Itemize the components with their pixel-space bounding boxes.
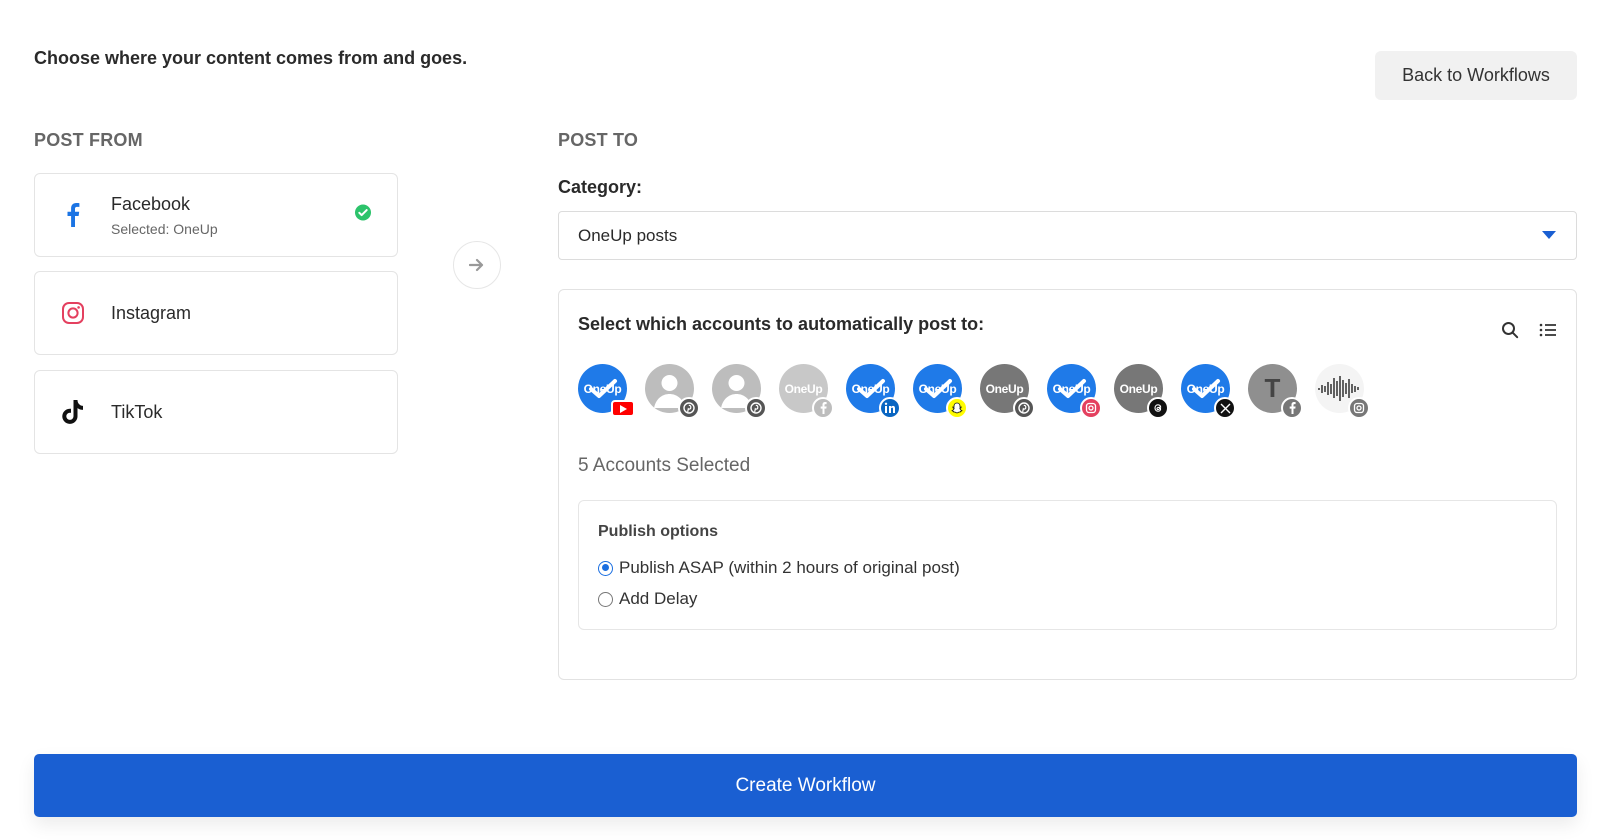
source-name: Instagram <box>111 302 192 323</box>
tiktok-icon <box>61 400 85 424</box>
instagram-icon <box>1080 397 1102 419</box>
page-intro: Choose where your content comes from and… <box>34 48 468 68</box>
threads-icon <box>1147 397 1169 419</box>
account-avatar-instagram[interactable]: OneUp <box>1047 364 1102 419</box>
publish-asap-option[interactable]: Publish ASAP (within 2 hours of original… <box>598 558 960 578</box>
account-avatar-pinterest[interactable] <box>645 364 700 419</box>
account-avatar-facebook[interactable]: OneUp <box>779 364 834 419</box>
post-from-heading: POST FROM <box>34 130 143 150</box>
accounts-title: Select which accounts to automatically p… <box>578 314 985 334</box>
account-avatar-pinterest[interactable] <box>712 364 767 419</box>
account-avatar-snapchat[interactable]: OneUp <box>913 364 968 419</box>
facebook-icon <box>1281 397 1303 419</box>
instagram-icon <box>61 301 85 325</box>
account-avatar-youtube[interactable]: OneUp <box>578 364 635 417</box>
accounts-list: OneUp OneUp OneUp OneUp OneUp OneUp OneU… <box>578 364 1382 419</box>
selected-accounts-count: 5 Accounts Selected <box>578 455 751 476</box>
account-avatar-linkedin[interactable]: OneUp <box>846 364 901 419</box>
post-to-heading: POST TO <box>558 130 639 150</box>
radio-button-checked[interactable] <box>598 560 613 576</box>
pinterest-icon <box>1013 397 1035 419</box>
account-avatar-threads[interactable]: OneUp <box>1114 364 1169 419</box>
source-card-facebook[interactable]: Facebook Selected: OneUp <box>34 173 398 257</box>
category-select[interactable]: OneUp posts <box>558 211 1577 260</box>
pinterest-icon <box>745 397 767 419</box>
category-label: Category: <box>558 177 643 197</box>
account-avatar-pinterest[interactable]: OneUp <box>980 364 1035 419</box>
back-to-workflows-button[interactable]: Back to Workflows <box>1375 51 1577 100</box>
account-avatar-instagram[interactable] <box>1315 364 1370 419</box>
option-label: Publish ASAP (within 2 hours of original… <box>619 558 960 577</box>
account-label: OneUp <box>1119 381 1158 396</box>
instagram-icon <box>1348 397 1370 419</box>
create-workflow-button[interactable]: Create Workflow <box>34 754 1577 817</box>
source-card-tiktok[interactable]: TikTok <box>34 370 398 454</box>
account-label: OneUp <box>784 381 823 396</box>
account-label: T <box>1264 373 1281 403</box>
search-icon[interactable] <box>1500 320 1520 340</box>
radio-button[interactable] <box>598 591 613 607</box>
arrow-right-icon <box>453 241 501 289</box>
list-view-icon[interactable] <box>1538 320 1558 340</box>
account-label: OneUp <box>985 381 1024 396</box>
check-circle-icon <box>355 204 371 226</box>
account-avatar-facebook[interactable]: T <box>1248 364 1303 419</box>
youtube-icon <box>611 400 635 417</box>
option-label: Add Delay <box>619 589 698 608</box>
facebook-icon <box>61 203 85 227</box>
source-name: Facebook <box>111 193 191 214</box>
source-name: TikTok <box>111 401 163 422</box>
publish-options-title: Publish options <box>598 523 718 540</box>
add-delay-option[interactable]: Add Delay <box>598 589 697 609</box>
publish-options-box: Publish options Publish ASAP (within 2 h… <box>578 500 1557 630</box>
account-avatar-x[interactable]: OneUp <box>1181 364 1236 419</box>
snapchat-icon <box>946 397 968 419</box>
linkedin-icon <box>879 397 901 419</box>
x-icon <box>1214 397 1236 419</box>
accounts-panel: Select which accounts to automatically p… <box>558 289 1577 680</box>
facebook-icon <box>812 397 834 419</box>
source-card-instagram[interactable]: Instagram <box>34 271 398 355</box>
category-selected-value: OneUp posts <box>578 225 678 245</box>
pinterest-icon <box>678 397 700 419</box>
chevron-down-icon <box>1542 231 1556 239</box>
source-selected-account: Selected: OneUp <box>111 220 218 237</box>
